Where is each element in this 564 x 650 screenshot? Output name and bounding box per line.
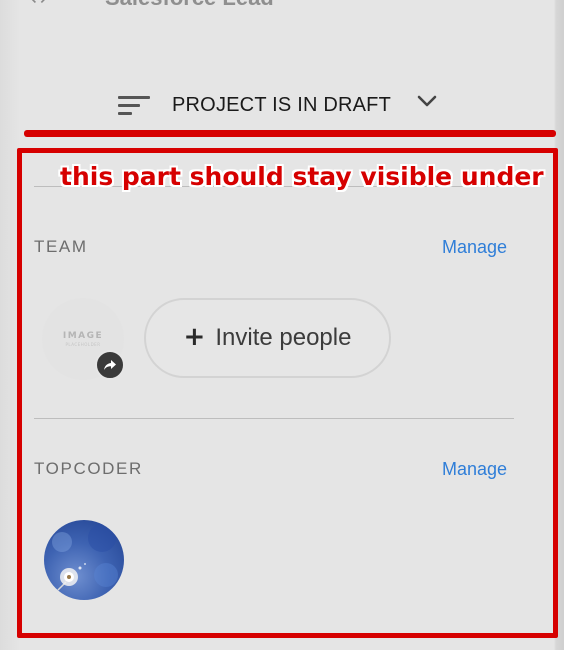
project-title: Salesforce Lead [105,0,274,11]
divider [34,418,514,419]
project-sidebar: ↔ Salesforce Lead PROJECT IS IN DRAFT th… [0,0,564,650]
invite-people-label: Invite people [215,324,352,351]
topcoder-section-label: TOPCODER [34,459,143,478]
project-header: ↔ Salesforce Lead [0,0,564,10]
avatar-placeholder-subtext: PLACEHOLDER [65,342,101,347]
team-manage-link[interactable]: Manage [442,237,507,258]
link-icon: ↔ [30,0,47,10]
annotation-underline [24,130,556,137]
align-left-icon [118,93,150,117]
invite-people-button[interactable]: + Invite people [144,298,391,378]
project-status-label: PROJECT IS IN DRAFT [172,93,392,116]
share-icon [95,350,125,380]
topcoder-avatar[interactable] [44,520,124,600]
topcoder-manage-link[interactable]: Manage [442,459,507,480]
plus-icon: + [183,321,206,352]
chevron-down-icon[interactable] [417,94,437,108]
project-status-dropdown[interactable]: PROJECT IS IN DRAFT [118,88,437,122]
annotation-text: this part should stay visible under [60,162,544,191]
avatar-placeholder-text: IMAGE [62,331,104,341]
team-section-label: TEAM [34,237,88,256]
dandelion-photo-icon [52,524,118,591]
